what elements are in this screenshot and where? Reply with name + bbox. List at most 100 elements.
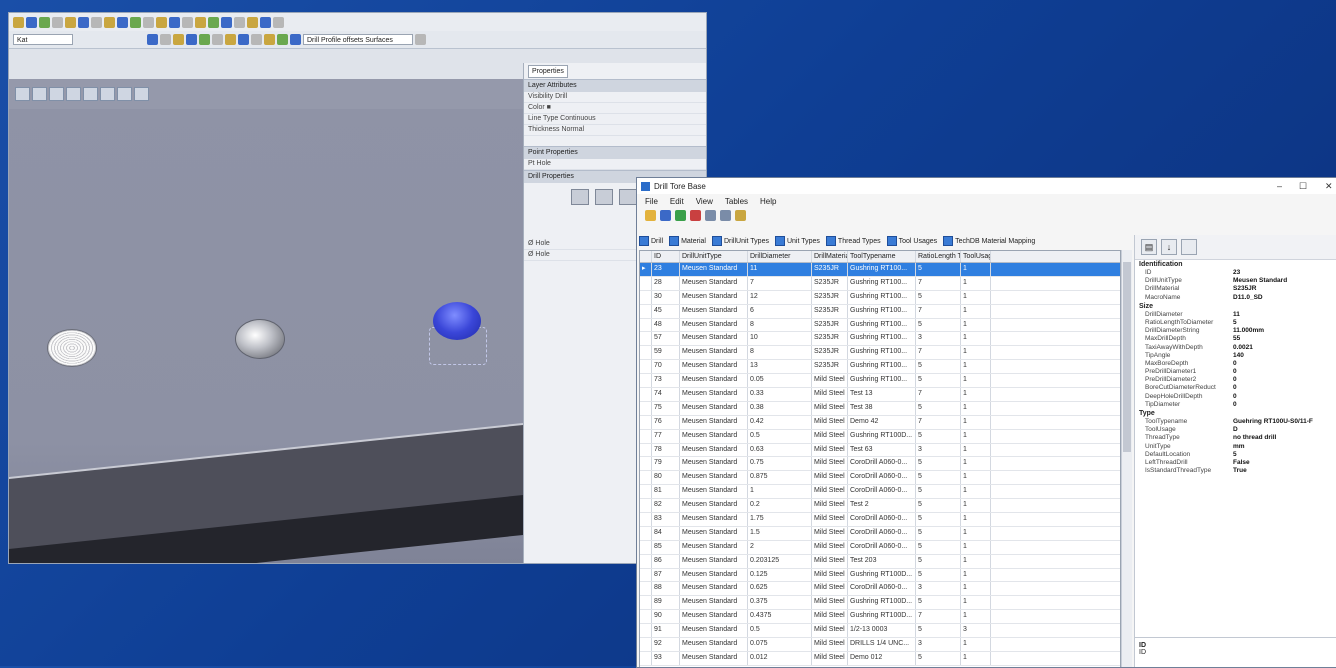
table-cell[interactable] [640,290,652,304]
table-cell[interactable]: 1 [961,457,991,471]
property-item[interactable]: MaxDrillDepth 55 [1135,335,1336,343]
trim-icon[interactable] [143,16,154,28]
table-cell[interactable]: 5 [916,596,961,610]
table-cell[interactable]: 8 [748,318,812,332]
table-cell[interactable]: 7 [916,388,961,401]
property-row[interactable]: Color ■ [524,103,706,114]
property-item[interactable]: ToolUsage D [1135,426,1336,434]
tab-unit-types[interactable]: Unit Types [774,236,820,246]
table-cell[interactable]: S235JR [812,263,848,276]
table-cell[interactable]: Gushring RT100D... [848,610,916,624]
view-right-icon[interactable] [49,87,64,101]
property-section[interactable]: Identification [1135,260,1336,269]
property-section[interactable]: Size [1135,302,1336,311]
column-header[interactable]: ID [652,251,680,262]
table-row[interactable]: 77 Meusen Standard 0.5 Mild Steel Gushring R… [640,429,1120,444]
table-row[interactable]: 93 Meusen Standard 0.012 Mild Steel Demo 012… [640,651,1120,666]
property-item[interactable]: BoreCutDiameterReduct 0 [1135,384,1336,392]
table-cell[interactable]: Meusen Standard [680,360,748,374]
table-cell[interactable]: 59 [652,346,680,360]
rotate-icon[interactable] [221,16,232,28]
tab-techdb-material-mapping[interactable]: TechDB Material Mapping [943,236,1035,246]
menu-edit[interactable]: Edit [670,197,684,206]
table-cell[interactable]: 1 [961,401,991,415]
property-item[interactable]: TaxiAwayWithDepth 0.0021 [1135,344,1336,352]
table-cell[interactable] [640,429,652,443]
line-icon[interactable] [91,16,102,28]
table-cell[interactable]: 3 [916,638,961,651]
property-value[interactable]: False [1233,459,1250,467]
layer-icon[interactable] [13,16,24,28]
table-cell[interactable]: 85 [652,540,680,554]
table-cell[interactable]: 1 [961,610,991,624]
table-cell[interactable]: 75 [652,401,680,415]
mirror-icon[interactable] [182,16,193,28]
table-cell[interactable]: Meusen Standard [680,290,748,304]
table-cell[interactable]: 5 [916,290,961,304]
grid-icon[interactable] [39,16,50,28]
table-cell[interactable]: S235JR [812,276,848,290]
tab-drill[interactable]: Drill [639,236,663,246]
table-cell[interactable] [640,388,652,401]
property-item[interactable]: DeepHoleDrillDepth 0 [1135,393,1336,401]
table-cell[interactable] [640,582,652,596]
table-cell[interactable]: 1 [961,388,991,401]
table-cell[interactable]: Mild Steel [812,554,848,568]
table-cell[interactable]: 6 [748,304,812,318]
property-item[interactable]: LeftThreadDrill False [1135,459,1336,467]
table-row[interactable]: 88 Meusen Standard 0.625 Mild Steel CoroDril… [640,582,1120,597]
table-cell[interactable]: 0.38 [748,401,812,415]
table-cell[interactable]: CoroDrill A060-0... [848,526,916,540]
table-cell[interactable]: Meusen Standard [680,374,748,388]
close-button[interactable]: ✕ [1325,181,1333,192]
property-row[interactable]: Line Type Continuous [524,114,706,125]
table-cell[interactable]: Meusen Standard [680,276,748,290]
view-zoom-icon[interactable] [134,87,149,101]
table-cell[interactable] [640,610,652,624]
hatch-icon[interactable] [247,16,258,28]
table-cell[interactable]: 79 [652,457,680,471]
table-cell[interactable]: 0.012 [748,651,812,665]
table-cell[interactable]: 1/2-13 0003 [848,624,916,638]
table-cell[interactable]: Gushring RT100... [848,290,916,304]
property-item[interactable]: IsStandardThreadType True [1135,467,1336,475]
table-cell[interactable]: S235JR [812,332,848,346]
table-row[interactable]: ▸ 23 Meusen Standard 11 S235JR Gushring RT100… [640,263,1120,277]
table-cell[interactable]: 3 [961,624,991,638]
table-cell[interactable] [640,638,652,651]
table-cell[interactable]: 1 [961,499,991,513]
tab-tool-usages[interactable]: Tool Usages [886,236,937,246]
table-row[interactable]: 74 Meusen Standard 0.33 Mild Steel Test 13 7 1 [640,388,1120,402]
table-cell[interactable]: 7 [916,346,961,360]
drill-type-3-icon[interactable] [618,189,637,205]
property-row[interactable]: Visibility Drill [524,92,706,103]
table-cell[interactable]: 90 [652,610,680,624]
table-cell[interactable]: 5 [916,318,961,332]
property-value[interactable]: 5 [1233,319,1237,327]
table-cell[interactable]: 92 [652,638,680,651]
table-cell[interactable]: 0.2 [748,499,812,513]
table-cell[interactable] [640,485,652,499]
property-value[interactable]: 0 [1233,368,1237,376]
table-cell[interactable]: Gushring RT100D... [848,596,916,610]
property-value[interactable]: 0 [1233,393,1237,401]
scale-icon[interactable] [234,16,245,28]
table-cell[interactable]: Mild Steel [812,651,848,665]
property-row[interactable]: Pt Hole [524,159,706,170]
property-item[interactable]: MacroName D11.0_SD [1135,294,1336,302]
polar-icon[interactable] [65,16,76,28]
table-cell[interactable]: Meusen Standard [680,582,748,596]
table-cell[interactable]: 11 [748,263,812,276]
3d-viewport[interactable] [9,79,523,563]
table-cell[interactable]: 1 [961,290,991,304]
table-cell[interactable] [640,499,652,513]
column-header[interactable]: RatioLength ToDiam [916,251,961,262]
table-row[interactable]: 92 Meusen Standard 0.075 Mild Steel DRILLS 1… [640,638,1120,652]
table-row[interactable]: 84 Meusen Standard 1.5 Mild Steel CoroDrill … [640,526,1120,541]
categorized-icon[interactable]: ▤ [1141,239,1157,255]
measure-icon[interactable] [225,34,236,45]
table-cell[interactable] [640,443,652,457]
table-cell[interactable] [640,346,652,360]
table-cell[interactable]: Meusen Standard [680,638,748,651]
table-cell[interactable]: Gushring RT100... [848,332,916,346]
